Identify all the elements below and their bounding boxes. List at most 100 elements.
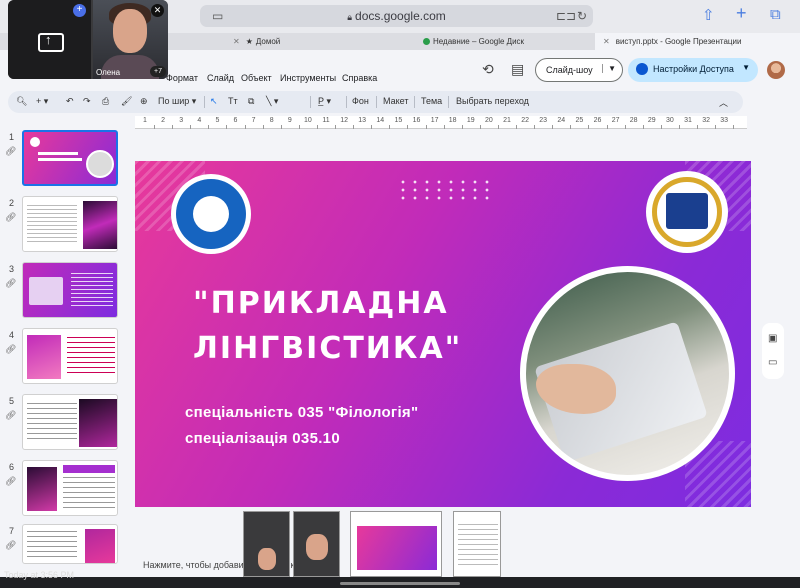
alt-text-icon[interactable]: P̲ ▾ bbox=[318, 96, 331, 107]
tabs-overview-icon[interactable]: ⧉ bbox=[770, 6, 781, 23]
address-bar[interactable]: ▭ 🔒︎ docs.google.com ⊏⊐ ↻ bbox=[200, 5, 593, 27]
link-icon: 🔗︎ bbox=[5, 476, 17, 486]
search-icon[interactable]: 🔍︎ bbox=[16, 96, 27, 107]
close-icon[interactable]: ✕ bbox=[233, 37, 240, 46]
ruler-tick bbox=[678, 125, 680, 129]
chevron-up-icon[interactable]: ︿ bbox=[719, 96, 728, 109]
text-box-icon[interactable]: Tт bbox=[228, 96, 238, 106]
theme-button[interactable]: Тема bbox=[421, 96, 442, 106]
ruler-number: 10 bbox=[303, 117, 312, 124]
slide-title[interactable]: "ПРИКЛАДНА ЛІНГВІСТИКА" bbox=[193, 281, 493, 371]
ruler-number: 1 bbox=[143, 117, 147, 124]
menu-slide[interactable]: Слайд bbox=[207, 73, 234, 83]
shape-icon[interactable]: ⧉ bbox=[248, 96, 254, 107]
decorative-dots bbox=[397, 178, 497, 204]
ruler-number: 13 bbox=[358, 117, 367, 124]
ruler-number: 19 bbox=[466, 117, 475, 124]
ruler-tick bbox=[479, 125, 481, 129]
tab-drive[interactable]: Недавние – Google Диск bbox=[415, 33, 595, 50]
ruler-number: 20 bbox=[484, 117, 493, 124]
mute-icon[interactable]: ✕ bbox=[151, 4, 164, 17]
ruler-tick bbox=[570, 125, 572, 129]
ruler-tick bbox=[516, 125, 518, 129]
ruler-number: 5 bbox=[215, 117, 220, 124]
keep-icon[interactable]: ▣ bbox=[768, 333, 777, 344]
ruler-number: 33 bbox=[720, 117, 729, 124]
window-preview-video[interactable] bbox=[243, 511, 290, 577]
ruler-number: 31 bbox=[684, 117, 692, 124]
slideshow-button[interactable]: Слайд-шоу ▼ bbox=[535, 58, 623, 82]
ruler-tick bbox=[190, 125, 192, 129]
star-icon: ★ bbox=[245, 37, 253, 46]
ruler-tick bbox=[208, 125, 210, 129]
home-indicator bbox=[340, 582, 460, 585]
menu-format[interactable]: Формат bbox=[166, 73, 198, 83]
slide-number: 7 bbox=[9, 526, 15, 536]
share-access-button[interactable]: Настройки Доступа ▼ bbox=[628, 58, 758, 82]
slide-canvas[interactable]: "ПРИКЛАДНА ЛІНГВІСТИКА" спеціальність 03… bbox=[130, 130, 755, 520]
side-panel: ▣ ▭ bbox=[762, 323, 784, 379]
slide-subtitle-specialization[interactable]: спеціалізація 035.10 bbox=[185, 430, 340, 447]
ruler-number: 4 bbox=[197, 117, 202, 124]
comments-icon[interactable]: ▤ bbox=[511, 61, 524, 78]
close-icon[interactable]: ✕ bbox=[603, 37, 610, 46]
slide-thumbnail[interactable] bbox=[22, 394, 118, 450]
window-preview-video[interactable] bbox=[293, 511, 340, 577]
history-icon[interactable]: ⟲ bbox=[482, 61, 494, 78]
chevron-down-icon[interactable]: ▼ bbox=[602, 64, 616, 73]
current-slide[interactable]: "ПРИКЛАДНА ЛІНГВІСТИКА" спеціальність 03… bbox=[135, 161, 751, 507]
undo-icon[interactable]: ↶ bbox=[66, 96, 74, 107]
folder-icon[interactable]: ▭ bbox=[768, 357, 777, 368]
tab-home[interactable]: ✕ ★ Домой bbox=[225, 33, 415, 50]
select-icon[interactable]: ↖ bbox=[210, 96, 218, 107]
chevron-down-icon[interactable]: ▼ bbox=[742, 63, 750, 72]
paint-format-icon[interactable]: 🖌︎ bbox=[121, 96, 132, 107]
layout-button[interactable]: Макет bbox=[383, 96, 408, 106]
slide-thumbnail[interactable] bbox=[22, 328, 118, 384]
video-call-overlay[interactable]: ↑ Олена bbox=[8, 0, 168, 79]
reload-icon[interactable]: ↻ bbox=[577, 9, 587, 23]
background-button[interactable]: Фон bbox=[352, 96, 369, 106]
account-avatar[interactable] bbox=[767, 61, 785, 79]
tab-presentation[interactable]: ✕ виступ.pptx - Google Презентации bbox=[595, 33, 800, 50]
zoom-icon[interactable]: ⊕ bbox=[140, 96, 148, 107]
window-preview-slides[interactable] bbox=[350, 511, 442, 577]
window-preview-document[interactable] bbox=[453, 511, 501, 577]
ruler-tick bbox=[497, 125, 499, 129]
slide-thumbnail[interactable] bbox=[22, 196, 118, 252]
slide-thumbnail[interactable] bbox=[22, 130, 118, 186]
slide-thumbnail[interactable] bbox=[22, 460, 118, 516]
ruler-tick bbox=[280, 125, 282, 129]
ruler-number: 6 bbox=[233, 117, 238, 124]
ruler-number: 8 bbox=[269, 117, 274, 124]
horizontal-ruler: 1 2 3 4 5 6 7 8 9 10 11 12 13 14 15 16 17 18 19 20 21 22 23 24 2… bbox=[135, 116, 747, 129]
line-icon[interactable]: ╲ ▾ bbox=[266, 96, 278, 107]
add-participant-icon[interactable]: + bbox=[73, 4, 86, 17]
ruler-number: 14 bbox=[376, 117, 385, 124]
laptop-photo[interactable] bbox=[520, 266, 735, 481]
slide-thumbnail[interactable] bbox=[22, 524, 118, 564]
participant-count: +7 bbox=[150, 66, 166, 77]
ruler-tick bbox=[154, 125, 156, 129]
ruler-number: 29 bbox=[647, 117, 656, 124]
add-icon[interactable]: + ▾ bbox=[36, 96, 48, 107]
reader-icon[interactable]: ⊏⊐ bbox=[556, 9, 576, 23]
ruler-tick bbox=[443, 125, 445, 129]
menu-help[interactable]: Справка bbox=[342, 73, 377, 83]
ruler-tick bbox=[660, 125, 662, 129]
slide-thumbnail[interactable] bbox=[22, 262, 118, 318]
redo-icon[interactable]: ↷ bbox=[83, 96, 91, 107]
zoom-select[interactable]: По шир ▾ bbox=[158, 96, 196, 107]
menu-object[interactable]: Объект bbox=[241, 73, 272, 83]
link-icon: 🔗︎ bbox=[5, 146, 17, 156]
link-icon: 🔗︎ bbox=[5, 212, 17, 222]
new-tab-icon[interactable]: + bbox=[736, 3, 747, 24]
ruler-tick bbox=[606, 125, 608, 129]
ruler-tick bbox=[298, 125, 300, 129]
slide-subtitle-specialty[interactable]: спеціальність 035 "Філологія" bbox=[185, 404, 418, 421]
print-icon[interactable]: ⎙ bbox=[102, 96, 109, 107]
menu-tools[interactable]: Инструменты bbox=[280, 73, 336, 83]
transition-button[interactable]: Выбрать переход bbox=[456, 96, 529, 106]
slide-number: 2 bbox=[9, 198, 15, 208]
share-icon[interactable]: ⇧ bbox=[702, 6, 715, 24]
